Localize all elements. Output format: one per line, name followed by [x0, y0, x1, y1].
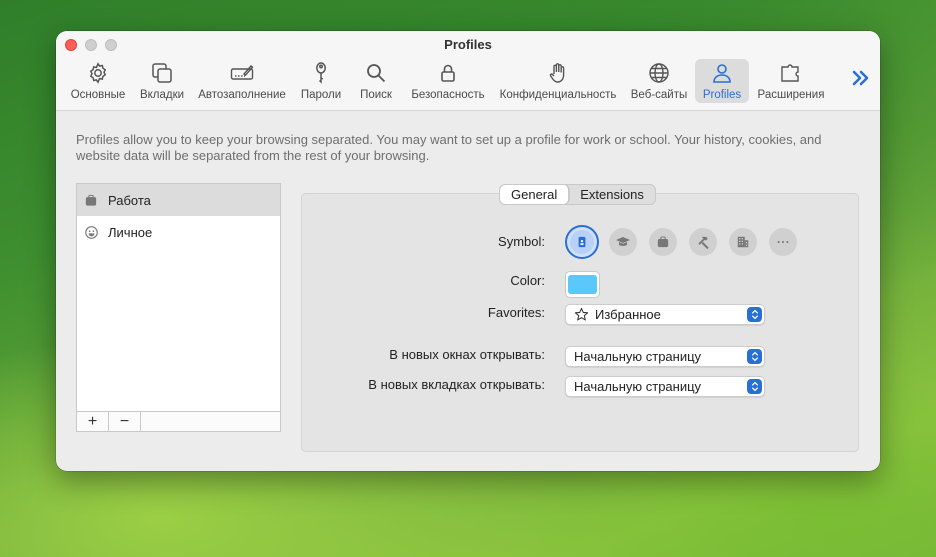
- symbol-briefcase[interactable]: [649, 228, 677, 256]
- settings-window: Profiles Основные Вкладки Автозаполнение…: [56, 31, 880, 471]
- ellipsis-icon: [777, 240, 789, 244]
- autofill-icon: [228, 59, 256, 87]
- profiles-description: Profiles allow you to keep your browsing…: [76, 132, 822, 163]
- tab-privacy[interactable]: Конфиденциальность: [496, 59, 620, 103]
- puzzle-icon: [777, 59, 805, 87]
- id-badge-icon: [578, 236, 586, 248]
- list-controls: + −: [77, 411, 280, 431]
- chevron-updown-icon: [747, 307, 762, 322]
- new-tabs-label: В новых вкладках открывать:: [368, 377, 545, 392]
- star-icon: [574, 307, 589, 322]
- tab-security[interactable]: Безопасность: [408, 59, 488, 103]
- new-windows-label: В новых окнах открывать:: [389, 347, 545, 362]
- window-title: Profiles: [444, 37, 492, 52]
- preferences-toolbar: Основные Вкладки Автозаполнение Пароли П…: [56, 58, 880, 106]
- globe-icon: [645, 59, 673, 87]
- gear-icon: [84, 59, 112, 87]
- favorites-label: Favorites:: [487, 305, 545, 320]
- tab-profiles[interactable]: Profiles: [695, 59, 749, 103]
- symbol-building[interactable]: [729, 228, 757, 256]
- smiley-icon: [85, 225, 99, 239]
- chevron-updown-icon: [747, 349, 762, 364]
- tab-general[interactable]: Основные: [66, 59, 130, 103]
- tab-autofill[interactable]: Автозаполнение: [196, 59, 288, 103]
- color-well[interactable]: [565, 271, 600, 298]
- symbol-graduation-cap[interactable]: [609, 228, 637, 256]
- tab-general-settings[interactable]: General: [500, 185, 570, 204]
- color-swatch: [568, 275, 597, 294]
- favorites-value: Избранное: [595, 307, 661, 322]
- graduation-cap-icon: [616, 237, 630, 246]
- tab-websites[interactable]: Веб-сайты: [627, 59, 691, 103]
- remove-profile-button[interactable]: −: [109, 412, 141, 431]
- favorites-popup[interactable]: Избранное: [565, 304, 765, 325]
- hammer-icon: [697, 236, 709, 249]
- add-profile-button[interactable]: +: [77, 412, 109, 431]
- new-tabs-popup[interactable]: Начальную страницу: [565, 376, 765, 397]
- profile-tabs: General Extensions: [499, 184, 656, 205]
- titlebar: Profiles Основные Вкладки Автозаполнение…: [56, 31, 880, 111]
- briefcase-icon: [657, 236, 669, 248]
- symbol-label: Symbol:: [498, 234, 545, 249]
- building-icon: [737, 236, 749, 248]
- list-item-personal-profile[interactable]: Личное: [77, 216, 280, 248]
- search-icon: [362, 59, 390, 87]
- new-windows-popup[interactable]: Начальную страницу: [565, 346, 765, 367]
- tabs-icon: [148, 59, 176, 87]
- lock-icon: [434, 59, 462, 87]
- tab-tabs[interactable]: Вкладки: [136, 59, 188, 103]
- new-windows-value: Начальную страницу: [574, 349, 702, 364]
- list-item-work-profile[interactable]: Работа: [77, 184, 280, 216]
- tab-search[interactable]: Поиск: [354, 59, 398, 103]
- briefcase-icon: [85, 193, 99, 207]
- symbol-more[interactable]: [769, 228, 797, 256]
- tab-passwords[interactable]: Пароли: [296, 59, 346, 103]
- symbol-id-badge[interactable]: [565, 225, 599, 259]
- color-label: Color:: [510, 273, 545, 288]
- chevron-updown-icon: [747, 379, 762, 394]
- tab-extensions[interactable]: Расширения: [755, 59, 827, 103]
- new-tabs-value: Начальную страницу: [574, 379, 702, 394]
- tab-extensions-settings[interactable]: Extensions: [569, 185, 655, 204]
- profiles-list[interactable]: Работа Личное + −: [76, 183, 281, 432]
- hand-icon: [544, 59, 572, 87]
- chevron-double-right-icon[interactable]: [850, 67, 872, 89]
- profiles-pane: Profiles allow you to keep your browsing…: [56, 112, 880, 471]
- person-icon: [708, 59, 736, 87]
- key-icon: [307, 59, 335, 87]
- symbol-hammer[interactable]: [689, 228, 717, 256]
